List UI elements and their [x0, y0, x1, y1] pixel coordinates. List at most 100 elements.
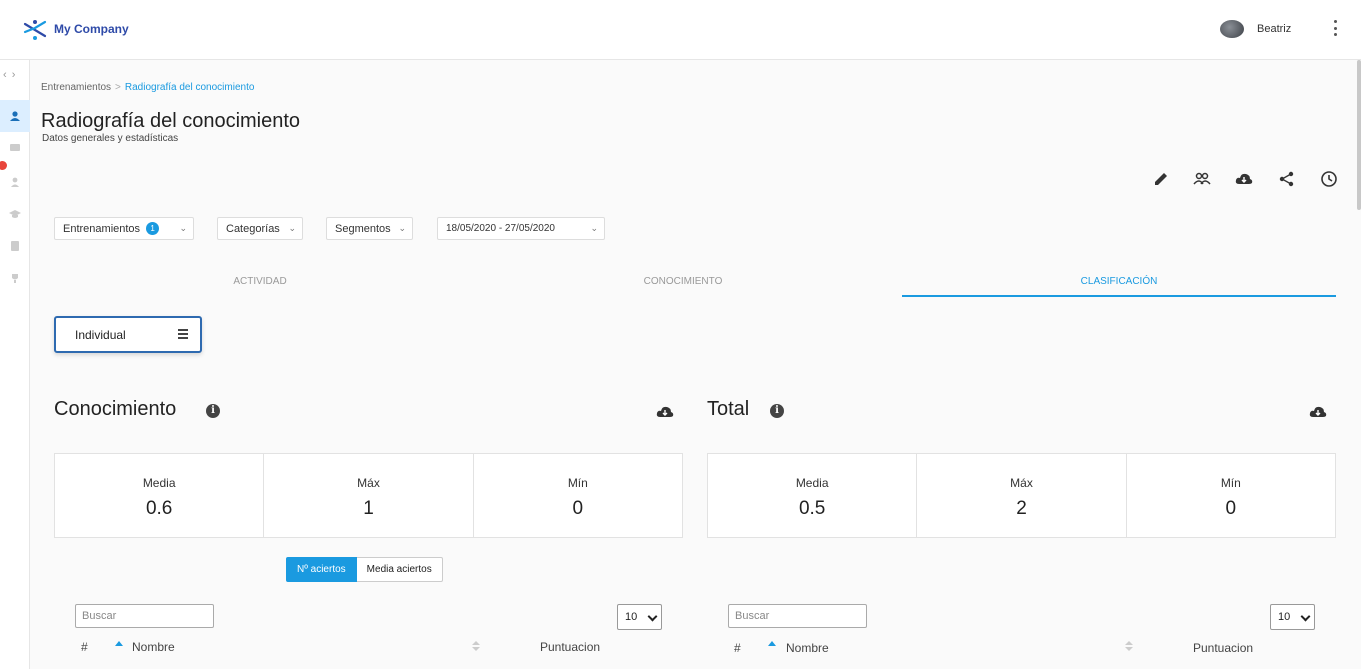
clock-icon[interactable] [1320, 170, 1338, 188]
breadcrumb: Entrenamientos > Radiografía del conocimie… [41, 82, 254, 93]
sidebar-item-rewards[interactable] [0, 263, 30, 295]
stat-value: 2 [1016, 498, 1027, 519]
chevron-down-icon: ⌄ [590, 223, 598, 233]
stat-max: Máx 2 [917, 454, 1127, 537]
brand-name[interactable]: My Company [54, 22, 129, 36]
pencil-icon[interactable] [1152, 170, 1170, 188]
trainings-filter-label: Entrenamientos [63, 222, 141, 235]
stat-label: Máx [357, 476, 380, 490]
avatar[interactable] [1220, 20, 1244, 38]
stat-media: Media 0.5 [708, 454, 918, 537]
person-icon [11, 177, 19, 187]
page-scrollbar[interactable] [1357, 60, 1361, 210]
menu-icon [178, 329, 188, 341]
stat-max: Máx 1 [264, 454, 474, 537]
stat-media: Media 0.6 [55, 454, 265, 537]
stat-value: 0 [1225, 498, 1237, 519]
chevron-down-icon [1300, 611, 1311, 622]
stat-min: Mín 0 [1127, 454, 1335, 537]
sort-asc-icon[interactable] [768, 641, 776, 646]
column-header-index: # [81, 640, 88, 654]
page-actions [1150, 170, 1340, 188]
column-header-score[interactable]: Puntuacion [1193, 641, 1253, 655]
cloud-download-icon[interactable] [1235, 170, 1253, 188]
column-header-score[interactable]: Puntuacion [540, 640, 600, 654]
toggle-hits-average[interactable]: Media aciertos [356, 557, 443, 582]
total-stats: Media 0.5 Máx 2 Mín 0 [707, 453, 1336, 538]
tab-actividad[interactable]: ACTIVIDAD [160, 276, 360, 287]
column-header-name[interactable]: Nombre [132, 640, 175, 654]
sidebar-item-chat[interactable] [0, 132, 30, 164]
stat-label: Media [142, 476, 176, 490]
breadcrumb-separator: > [115, 82, 121, 93]
knowledge-title: Conocimiento [54, 398, 177, 420]
column-header-index: # [734, 641, 741, 655]
collapse-sidebar-icon[interactable]: ‹ › [3, 69, 16, 81]
column-header-name[interactable]: Nombre [786, 641, 829, 655]
view-selector-label: Individual [75, 328, 126, 342]
page-size-select[interactable]: 10 [617, 604, 662, 630]
tab-conocimiento[interactable]: CONOCIMIENTO [583, 276, 783, 287]
knowledge-stats: Media 0.6 Máx 1 Mín 0 [54, 453, 683, 538]
stat-label: Media [795, 476, 829, 490]
metric-toggle: Nº aciertos Media aciertos [286, 557, 443, 582]
more-menu-icon[interactable] [1330, 18, 1340, 38]
tab-clasificacion[interactable]: CLASIFICACIÓN [1019, 276, 1219, 287]
cloud-download-icon[interactable] [656, 404, 674, 418]
categories-filter-label: Categorías [226, 222, 280, 235]
cloud-download-icon[interactable] [1309, 404, 1327, 418]
segments-filter[interactable]: Segmentos ⌄ [326, 217, 413, 240]
info-icon[interactable]: i [206, 404, 220, 418]
segments-filter-label: Segmentos [335, 222, 391, 235]
stat-value: 0.5 [798, 498, 826, 519]
top-bar: My Company Beatriz [0, 0, 1361, 60]
breadcrumb-parent[interactable]: Entrenamientos [41, 82, 111, 93]
share-icon[interactable] [1278, 170, 1296, 188]
sidebar-item-training[interactable] [0, 198, 30, 230]
page-subtitle: Datos generales y estadísticas [42, 133, 179, 144]
page-title: Radiografía del conocimiento [41, 110, 301, 132]
stat-label: Máx [1010, 476, 1033, 490]
stat-value: 0 [572, 498, 584, 519]
categories-filter[interactable]: Categorías ⌄ [217, 217, 303, 240]
company-logo-icon[interactable] [22, 18, 48, 42]
user-icon [10, 111, 20, 121]
view-selector[interactable]: Individual [54, 316, 202, 353]
search-input[interactable] [75, 604, 214, 628]
chevron-down-icon: ⌄ [179, 223, 187, 233]
chevron-down-icon [647, 611, 658, 622]
search-input[interactable] [728, 604, 867, 628]
page-size-select[interactable]: 10 [1270, 604, 1315, 630]
page-size-value: 10 [625, 611, 638, 623]
sidebar-item-profile[interactable] [0, 100, 30, 132]
sidebar-item-users[interactable] [0, 166, 30, 198]
stat-value: 0.6 [145, 498, 173, 519]
sort-icon[interactable] [472, 641, 480, 653]
stat-label: Mín [1220, 476, 1241, 490]
stat-label: Mín [567, 476, 588, 490]
toggle-hits-count[interactable]: Nº aciertos [286, 557, 357, 582]
clipboard-icon [11, 241, 19, 251]
graduation-cap-icon [9, 210, 21, 218]
chevron-down-icon: ⌄ [398, 223, 406, 233]
trophy-icon [12, 274, 18, 283]
date-range-label: 18/05/2020 - 27/05/2020 [446, 223, 555, 234]
sidebar: ‹ › [0, 60, 30, 669]
users-icon[interactable] [1193, 170, 1211, 188]
sort-asc-icon[interactable] [115, 641, 123, 646]
date-range-filter[interactable]: 18/05/2020 - 27/05/2020 ⌄ [437, 217, 605, 240]
total-title: Total [707, 398, 750, 420]
breadcrumb-current: Radiografía del conocimiento [124, 82, 255, 93]
sidebar-item-reports[interactable] [0, 230, 30, 262]
stat-value: 1 [363, 498, 374, 519]
user-name[interactable]: Beatriz [1257, 23, 1291, 35]
stat-min: Mín 0 [474, 454, 682, 537]
chevron-down-icon: ⌄ [288, 223, 296, 233]
trainings-count-badge: 1 [146, 222, 160, 235]
info-icon[interactable]: i [770, 404, 784, 418]
chat-icon [10, 144, 20, 151]
page-size-value: 10 [1278, 611, 1291, 623]
active-tab-indicator [902, 295, 1336, 297]
trainings-filter[interactable]: Entrenamientos 1 ⌄ [54, 217, 194, 240]
sort-icon[interactable] [1125, 641, 1133, 653]
